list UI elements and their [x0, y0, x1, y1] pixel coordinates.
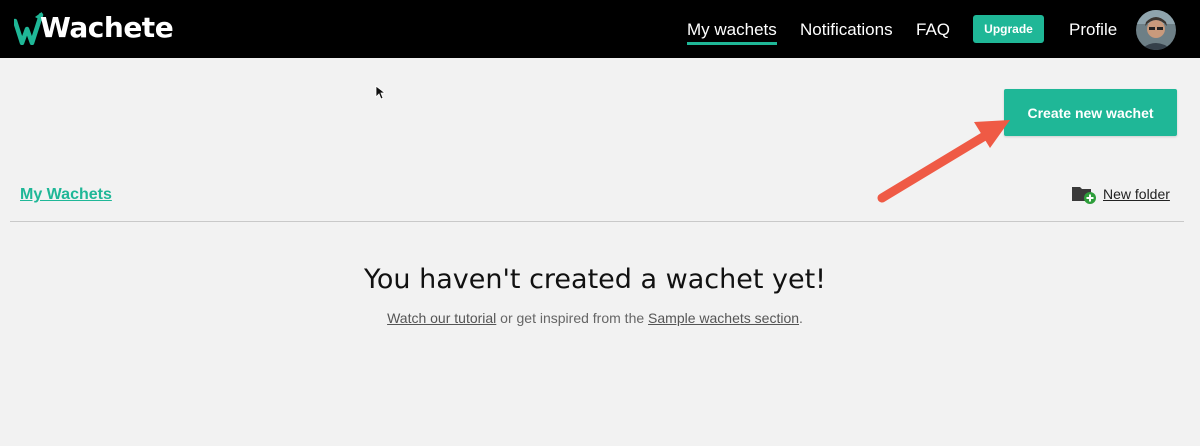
sample-wachets-link[interactable]: Sample wachets section [648, 310, 799, 326]
logo[interactable]: Wachete [14, 8, 174, 48]
logo-text: Wachete [40, 11, 174, 44]
new-folder-button[interactable]: New folder [1071, 181, 1170, 207]
avatar[interactable] [1136, 10, 1176, 50]
my-wachets-folder-link[interactable]: My Wachets [20, 186, 112, 204]
empty-state-title: You haven't created a wachet yet! [364, 264, 826, 295]
empty-state-middle-text: or get inspired from the [496, 310, 649, 326]
nav-notifications[interactable]: Notifications [800, 20, 893, 40]
nav-profile[interactable]: Profile [1069, 20, 1117, 40]
empty-state-subtitle: Watch our tutorial or get inspired from … [0, 310, 1190, 326]
empty-state-end-text: . [799, 310, 803, 326]
watch-tutorial-link[interactable]: Watch our tutorial [387, 310, 496, 326]
nav-my-wachets[interactable]: My wachets [687, 20, 777, 45]
user-avatar-icon [1136, 10, 1176, 50]
new-folder-label: New folder [1103, 186, 1170, 202]
mouse-pointer-icon [375, 85, 385, 100]
upgrade-button[interactable]: Upgrade [973, 15, 1044, 43]
section-divider [10, 221, 1184, 222]
nav-faq[interactable]: FAQ [916, 20, 950, 40]
top-navigation-bar: Wachete My wachets Notifications FAQ Upg… [0, 0, 1200, 58]
annotation-arrow-icon [877, 120, 1010, 203]
folder-add-icon [1072, 187, 1096, 204]
